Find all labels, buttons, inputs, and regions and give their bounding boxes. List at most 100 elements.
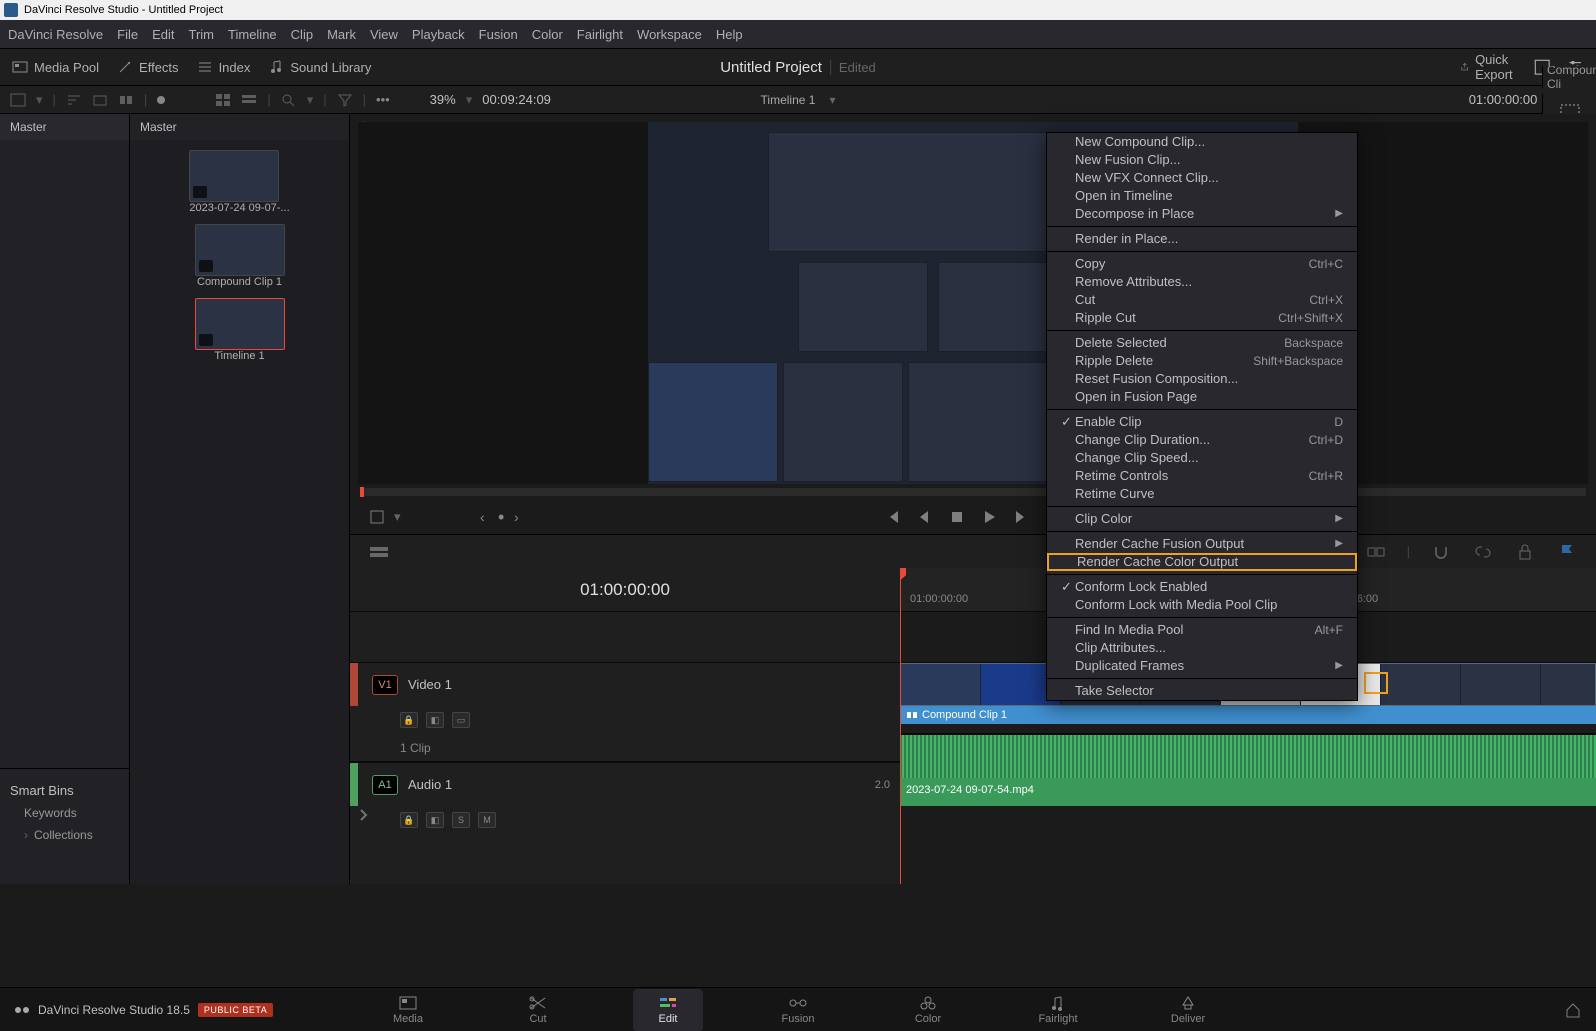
ctx-item[interactable]: Clip Attributes... [1047, 639, 1357, 657]
thumb-view-icon[interactable] [215, 93, 231, 107]
viewer-canvas[interactable] [358, 122, 1588, 484]
more-icon[interactable]: ••• [376, 92, 390, 107]
ctx-item[interactable]: ✓Conform Lock Enabled [1047, 578, 1357, 596]
ctx-item[interactable]: Render Cache Color Output [1047, 553, 1357, 571]
forward-icon[interactable] [356, 808, 370, 822]
ctx-item[interactable]: CutCtrl+X [1047, 291, 1357, 309]
ctx-item[interactable]: New VFX Connect Clip... [1047, 169, 1357, 187]
media-clip-item[interactable]: 2023-07-24 09-07-... [189, 150, 289, 214]
ctx-item[interactable]: Duplicated Frames▶ [1047, 657, 1357, 675]
lock-icon[interactable] [1514, 541, 1536, 563]
media-compound-item[interactable]: Compound Clip 1 [195, 224, 285, 288]
audio-track-lane[interactable] [900, 734, 1596, 778]
lock-track-icon[interactable]: 🔒 [400, 812, 418, 828]
ctx-item[interactable]: Conform Lock with Media Pool Clip [1047, 596, 1357, 614]
ctx-item[interactable]: Clip Color▶ [1047, 510, 1357, 528]
ctx-item[interactable]: New Fusion Clip... [1047, 151, 1357, 169]
ctx-item[interactable]: Reset Fusion Composition... [1047, 370, 1357, 388]
ctx-item[interactable]: Retime ControlsCtrl+R [1047, 467, 1357, 485]
page-tab-fairlight[interactable]: Fairlight [1023, 995, 1093, 1025]
page-tab-cut[interactable]: Cut [503, 995, 573, 1025]
quick-export-button[interactable]: Quick Export [1460, 52, 1520, 82]
search-icon[interactable] [281, 93, 297, 107]
bin-icon[interactable] [92, 93, 108, 107]
smart-bins-header[interactable]: Smart Bins [10, 779, 119, 802]
media-timeline-item[interactable]: Timeline 1 [195, 298, 285, 362]
master-bin[interactable]: Master [0, 114, 129, 140]
timeline-view-icon[interactable] [368, 541, 390, 563]
auto-select-icon[interactable]: ◧ [426, 712, 444, 728]
page-tab-color[interactable]: Color [893, 995, 963, 1025]
ctx-item[interactable]: Retime Curve [1047, 485, 1357, 503]
playhead[interactable] [900, 568, 901, 884]
menu-davinci[interactable]: DaVinci Resolve [8, 27, 103, 42]
page-tab-media[interactable]: Media [373, 995, 443, 1025]
menu-file[interactable]: File [117, 27, 138, 42]
ctx-item[interactable]: Change Clip Speed... [1047, 449, 1357, 467]
media-pool-toggle[interactable]: Media Pool [12, 59, 99, 75]
timeline-name[interactable]: Timeline 1 [761, 93, 816, 107]
collections-bin[interactable]: ›Collections [10, 824, 119, 846]
mute-button[interactable]: M [478, 812, 496, 828]
home-icon[interactable] [1564, 1001, 1582, 1019]
ctx-item[interactable]: New Compound Clip... [1047, 133, 1357, 151]
sound-library-toggle[interactable]: Sound Library [268, 59, 371, 75]
play-icon[interactable] [980, 508, 998, 526]
menu-playback[interactable]: Playback [412, 27, 465, 42]
stop-icon[interactable] [948, 508, 966, 526]
last-frame-icon[interactable] [1012, 508, 1030, 526]
first-frame-icon[interactable] [884, 508, 902, 526]
v1-badge[interactable]: V1 [372, 675, 398, 695]
list-view-icon[interactable] [10, 93, 26, 107]
audio-track-header[interactable]: A1 Audio 1 2.0 [350, 762, 900, 806]
ctx-item[interactable]: Delete SelectedBackspace [1047, 334, 1357, 352]
flag-icon[interactable] [1556, 541, 1578, 563]
menu-fairlight[interactable]: Fairlight [577, 27, 623, 42]
page-tab-fusion[interactable]: Fusion [763, 995, 833, 1025]
media-pool-header[interactable]: Master [130, 114, 349, 140]
chevron-down-icon[interactable]: ▾ [394, 509, 401, 525]
menu-help[interactable]: Help [716, 27, 743, 42]
viewer-zoom[interactable]: 39% [430, 92, 456, 107]
next-edit-icon[interactable]: › [514, 509, 519, 525]
prev-frame-icon[interactable] [916, 508, 934, 526]
ctx-item[interactable]: Open in Fusion Page [1047, 388, 1357, 406]
link-icon[interactable] [1472, 541, 1494, 563]
chevron-down-icon[interactable]: ▾ [829, 93, 835, 107]
compound-clip-label[interactable]: Compound Clip 1 [900, 706, 1596, 724]
ctx-item[interactable]: Decompose in Place▶ [1047, 205, 1357, 223]
effects-toggle[interactable]: Effects [117, 59, 179, 75]
menu-view[interactable]: View [370, 27, 398, 42]
crop-icon[interactable] [368, 508, 386, 526]
menu-mark[interactable]: Mark [327, 27, 356, 42]
ctx-item[interactable]: Ripple DeleteShift+Backspace [1047, 352, 1357, 370]
keywords-bin[interactable]: Keywords [10, 802, 119, 824]
video-track-header[interactable]: V1 Video 1 [350, 662, 900, 706]
ctx-item[interactable]: Take Selector [1047, 682, 1357, 700]
clip-icon[interactable] [118, 93, 134, 107]
ctx-item[interactable]: Remove Attributes... [1047, 273, 1357, 291]
ctx-item[interactable]: Render Cache Fusion Output▶ [1047, 535, 1357, 553]
ctx-item[interactable]: Open in Timeline [1047, 187, 1357, 205]
menu-workspace[interactable]: Workspace [637, 27, 702, 42]
snap-icon[interactable] [1430, 541, 1452, 563]
ctx-item[interactable]: Render in Place... [1047, 230, 1357, 248]
viewer-scrubber[interactable] [360, 488, 1586, 496]
auto-select-icon[interactable]: ◧ [426, 812, 444, 828]
strip-view-icon[interactable] [241, 93, 257, 107]
menu-trim[interactable]: Trim [189, 27, 215, 42]
ctx-item[interactable]: Find In Media PoolAlt+F [1047, 621, 1357, 639]
ctx-item[interactable]: CopyCtrl+C [1047, 255, 1357, 273]
record-icon[interactable] [157, 96, 165, 104]
audio-clip[interactable] [900, 735, 1596, 778]
solo-button[interactable]: S [452, 812, 470, 828]
menu-clip[interactable]: Clip [291, 27, 313, 42]
sort-icon[interactable] [66, 93, 82, 107]
ctx-item[interactable]: Ripple CutCtrl+Shift+X [1047, 309, 1357, 327]
a1-badge[interactable]: A1 [372, 775, 398, 795]
menu-color[interactable]: Color [532, 27, 563, 42]
filter-icon[interactable] [337, 93, 353, 107]
index-toggle[interactable]: Index [197, 59, 251, 75]
page-tab-edit[interactable]: Edit [633, 989, 703, 1031]
prev-edit-icon[interactable]: ‹ [480, 509, 485, 525]
